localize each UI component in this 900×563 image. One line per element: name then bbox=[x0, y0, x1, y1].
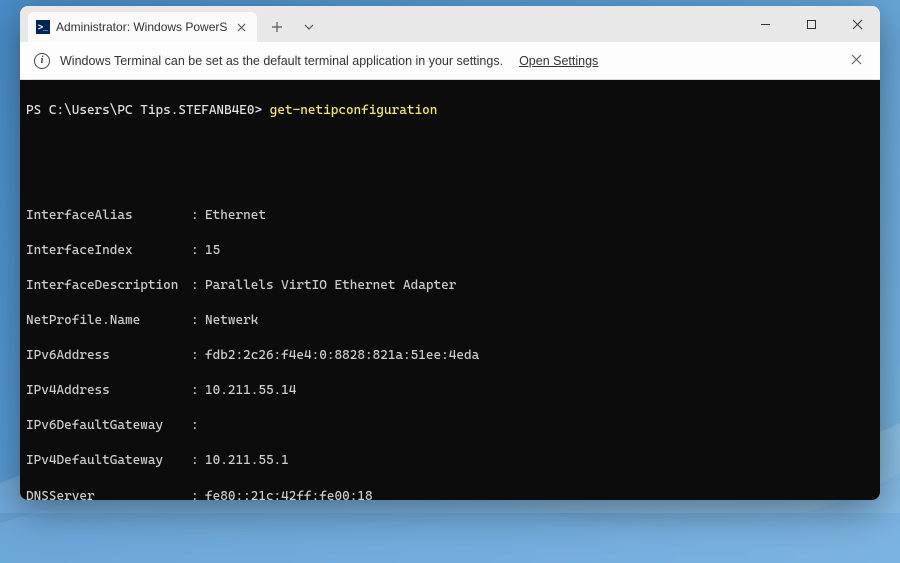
label: NetProfile.Name bbox=[26, 312, 191, 330]
command-1: get-netipconfiguration bbox=[270, 103, 438, 118]
label: IPv6Address bbox=[26, 347, 191, 365]
powershell-icon: >_ bbox=[36, 20, 50, 34]
tab-title-text: Administrator: Windows PowerS bbox=[56, 20, 227, 34]
tab-powershell[interactable]: >_ Administrator: Windows PowerS bbox=[28, 12, 257, 42]
value: 10.211.55.1 bbox=[205, 452, 289, 470]
notification-close-button[interactable] bbox=[846, 52, 866, 70]
label: InterfaceIndex bbox=[26, 242, 191, 260]
value: 15 bbox=[205, 242, 220, 260]
new-tab-button[interactable] bbox=[263, 13, 291, 41]
label: InterfaceDescription bbox=[26, 277, 191, 295]
value: Netwerk bbox=[205, 312, 258, 330]
tab-dropdown-button[interactable] bbox=[295, 13, 323, 41]
prompt-text: PS C:\Users\PC Tips.STEFANB4E0> bbox=[26, 103, 262, 118]
open-settings-link[interactable]: Open Settings bbox=[519, 54, 598, 68]
tab-close-button[interactable] bbox=[233, 19, 249, 35]
minimize-button[interactable] bbox=[742, 6, 788, 42]
value: Ethernet bbox=[205, 207, 266, 225]
value: fe80::21c:42ff:fe00:18 bbox=[205, 488, 373, 500]
value: 10.211.55.14 bbox=[205, 382, 296, 400]
terminal-content[interactable]: PS C:\Users\PC Tips.STEFANB4E0> get-neti… bbox=[20, 80, 880, 500]
titlebar: >_ Administrator: Windows PowerS bbox=[20, 6, 880, 42]
label: InterfaceAlias bbox=[26, 207, 191, 225]
label: IPv4DefaultGateway bbox=[26, 452, 191, 470]
notification-bar: i Windows Terminal can be set as the def… bbox=[20, 42, 880, 80]
maximize-button[interactable] bbox=[788, 6, 834, 42]
value: Parallels VirtIO Ethernet Adapter bbox=[205, 277, 456, 295]
notification-text: Windows Terminal can be set as the defau… bbox=[60, 54, 503, 68]
label: IPv6DefaultGateway bbox=[26, 417, 191, 435]
info-icon: i bbox=[34, 53, 50, 69]
tab-actions bbox=[263, 13, 323, 41]
terminal-window: >_ Administrator: Windows PowerS bbox=[20, 6, 880, 500]
label: IPv4Address bbox=[26, 382, 191, 400]
value: fdb2:2c26:f4e4:0:8828:821a:51ee:4eda bbox=[205, 347, 479, 365]
label: DNSServer bbox=[26, 488, 191, 500]
window-controls bbox=[742, 6, 880, 42]
close-button[interactable] bbox=[834, 6, 880, 42]
